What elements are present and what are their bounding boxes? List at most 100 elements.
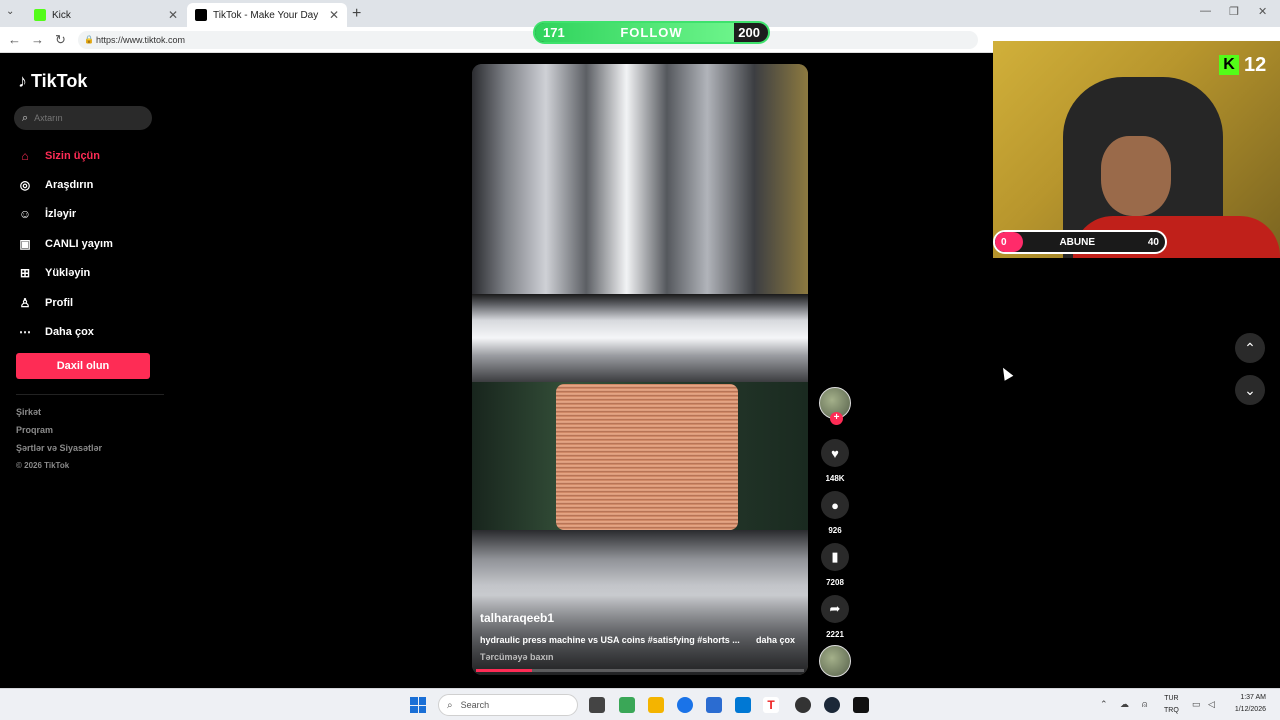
search-box[interactable]: ⌕ [14, 106, 152, 130]
taskbar-search[interactable]: ⌕ Search [438, 694, 578, 716]
sidebar-item-for-you[interactable]: ⌂ Sizin üçün [16, 141, 113, 170]
creator-avatar[interactable]: + [819, 387, 851, 425]
previous-video-button[interactable]: ⌃ [1235, 333, 1265, 363]
save-count: 7208 [826, 578, 844, 587]
edge-browser-icon[interactable] [677, 697, 693, 713]
following-icon: ☺ [18, 207, 32, 222]
maximize-icon[interactable]: ❐ [1229, 5, 1239, 18]
sub-target: 40 [1147, 236, 1159, 248]
translate-link[interactable]: Tərcüməyə baxın [480, 652, 554, 662]
share-icon[interactable]: ➦ [821, 595, 849, 623]
footer-link-program[interactable]: Proqram [16, 425, 102, 443]
sidebar-item-label: Yükləyin [45, 267, 91, 280]
sidebar-item-label: Araşdırın [45, 179, 94, 192]
login-button[interactable]: Daxil olun [16, 353, 150, 379]
task-view-icon[interactable] [589, 697, 605, 713]
video-frame [472, 294, 808, 382]
follow-current: 171 [543, 25, 565, 40]
comment-action[interactable]: ● 926 [819, 491, 851, 535]
text-editor-icon[interactable]: T [763, 697, 779, 713]
tab-kick[interactable]: Kick ✕ [26, 3, 186, 27]
cloud-icon[interactable]: ☁ [1120, 699, 1129, 710]
outlook-icon[interactable] [735, 697, 751, 713]
like-action[interactable]: ♥ 148K [819, 439, 851, 483]
search-icon: ⌕ [447, 699, 453, 711]
divider [16, 394, 164, 395]
search-icon: ⌕ [22, 111, 29, 124]
sidebar-item-label: Profil [45, 296, 74, 309]
store-icon[interactable] [706, 697, 722, 713]
follow-plus-icon[interactable]: + [830, 412, 843, 425]
language-indicator[interactable]: TUR TRQ [1164, 693, 1179, 717]
follow-label: FOLLOW [620, 25, 683, 40]
home-icon: ⌂ [21, 148, 29, 163]
heart-icon[interactable]: ♥ [821, 439, 849, 467]
forward-icon[interactable]: → [31, 32, 44, 47]
close-icon[interactable]: ✕ [329, 8, 339, 22]
sidebar-item-live[interactable]: ▣ CANLI yayım [16, 229, 113, 258]
sound-avatar[interactable] [819, 645, 851, 677]
video-description: hydraulic press machine vs USA coins #sa… [480, 635, 740, 645]
url-text: https://www.tiktok.com [96, 35, 186, 45]
sidebar-item-upload[interactable]: ⊞ Yükləyin [16, 259, 113, 288]
upload-icon: ⊞ [19, 266, 31, 281]
minimize-icon[interactable]: — [1200, 5, 1211, 17]
taskbar: ⌕ Search T ⌃ ☁ ⍝ TUR TRQ ▭ ◁ 1:37 AM 1/1… [0, 688, 1280, 720]
tab-tiktok[interactable]: TikTok - Make Your Day ✕ [187, 3, 347, 27]
sidebar: ♪ TikTok ⌕ ⌂ Sizin üçün ◎ Araşdırın ☺ İz… [4, 53, 164, 686]
next-video-button[interactable]: ⌄ [1235, 375, 1265, 405]
windows-start-icon[interactable] [410, 697, 426, 713]
sidebar-item-label: Daha çox [45, 326, 94, 339]
sidebar-item-more[interactable]: ⋯ Daha çox [16, 317, 113, 346]
save-action[interactable]: ▮ 7208 [819, 543, 851, 587]
volume-icon[interactable]: ◁ [1208, 699, 1215, 710]
more-icon: ⋯ [19, 325, 31, 340]
tiktok-note-icon: ♪ [18, 71, 27, 91]
clock-time: 1:37 AM [1240, 694, 1266, 701]
footer-link-company[interactable]: Şirkət [16, 407, 102, 425]
compass-icon: ◎ [19, 178, 31, 193]
tiktok-logo[interactable]: ♪ TikTok [18, 71, 87, 92]
video-frame [472, 64, 808, 294]
share-action[interactable]: ➦ 2221 [819, 595, 851, 639]
sidebar-item-following[interactable]: ☺ İzləyir [16, 200, 113, 229]
file-explorer-icon[interactable] [648, 697, 664, 713]
sidebar-item-explore[interactable]: ◎ Araşdırın [16, 170, 113, 199]
microphone-icon[interactable]: ⍝ [1142, 699, 1147, 710]
network-icon[interactable]: ▭ [1192, 699, 1201, 710]
comment-icon[interactable]: ● [821, 491, 849, 519]
chevron-up-icon: ⌃ [1244, 339, 1256, 356]
chevron-up-icon[interactable]: ⌃ [1100, 699, 1108, 710]
footer-links: Şirkət Proqram Şərtlər və Siyasətlər © 2… [16, 407, 102, 479]
search-input[interactable] [34, 113, 135, 123]
system-clock[interactable]: 1:37 AM 1/12/2026 [1224, 692, 1266, 716]
kick-count: 12 [1244, 53, 1267, 76]
steam-icon[interactable] [824, 697, 840, 713]
taskbar-search-label: Search [460, 700, 490, 710]
site-info-icon[interactable]: 🔒 [84, 31, 94, 49]
sidebar-nav: ⌂ Sizin üçün ◎ Araşdırın ☺ İzləyir ▣ CAN… [16, 141, 113, 347]
clock-date: 1/12/2026 [1234, 706, 1266, 713]
bookmark-icon[interactable]: ▮ [821, 543, 849, 571]
app-icon[interactable] [853, 697, 869, 713]
see-more-link[interactable]: daha çox [756, 635, 795, 645]
close-window-icon[interactable]: ✕ [1258, 5, 1267, 18]
footer-link-terms[interactable]: Şərtlər və Siyasətlər [16, 443, 102, 461]
refresh-icon[interactable]: ↻ [55, 32, 66, 48]
video-progress[interactable] [476, 669, 804, 672]
lang-line-2: TRQ [1164, 707, 1179, 714]
tab-search-icon[interactable]: ⌄ [6, 6, 14, 17]
new-tab-icon[interactable]: + [352, 5, 361, 23]
subscriber-goal-bar: 0 ABUNE 40 [993, 230, 1167, 254]
sidebar-item-profile[interactable]: ♙ Profil [16, 288, 113, 317]
close-icon[interactable]: ✕ [168, 8, 178, 22]
url-input[interactable]: 🔒 https://www.tiktok.com [78, 31, 978, 49]
app-icon[interactable] [795, 697, 811, 713]
tab-title: Kick [52, 9, 71, 21]
lang-line-1: TUR [1164, 695, 1179, 702]
video-author[interactable]: talharaqeeb1 [480, 611, 554, 625]
app-icon[interactable] [619, 697, 635, 713]
video-player[interactable]: talharaqeeb1 hydraulic press machine vs … [472, 64, 808, 675]
back-icon[interactable]: ← [8, 32, 21, 47]
tab-title: TikTok - Make Your Day [213, 9, 319, 21]
